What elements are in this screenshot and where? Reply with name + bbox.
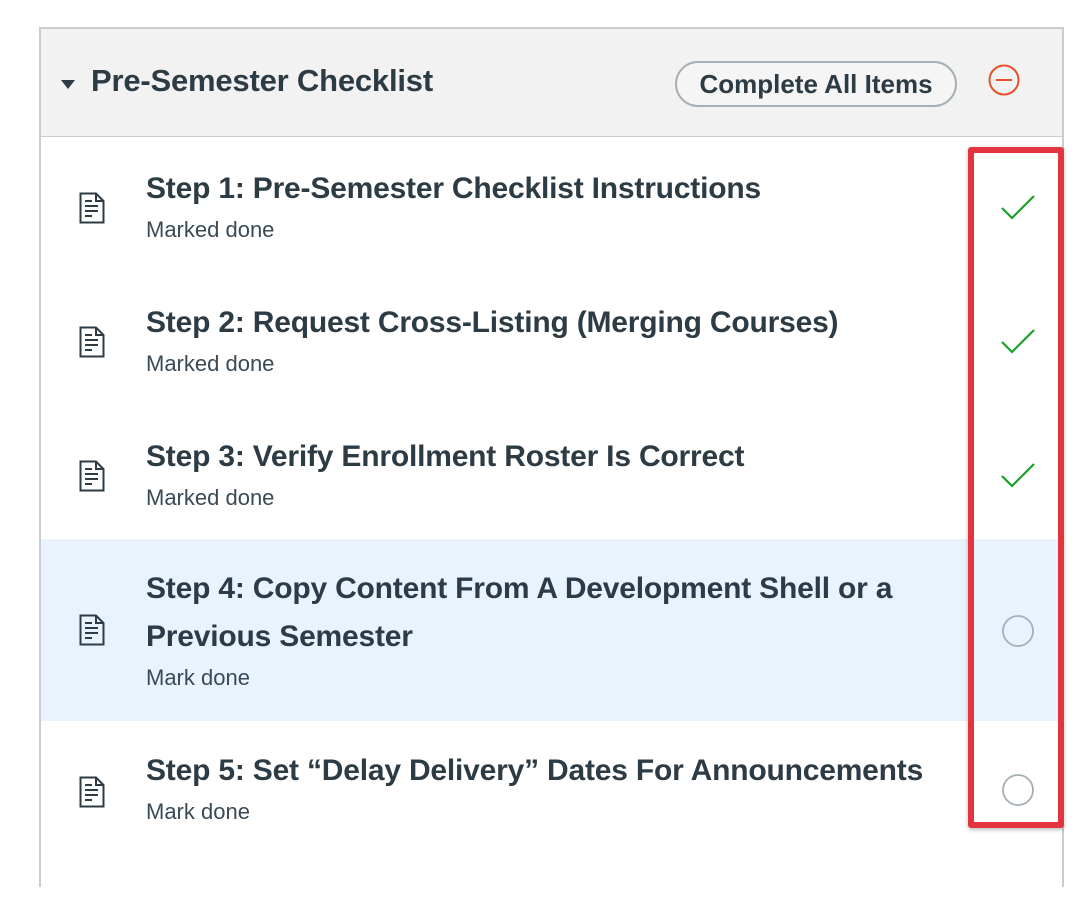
item-status: Marked done: [146, 485, 275, 510]
empty-circle-icon[interactable]: [998, 770, 1038, 810]
document-icon: [79, 326, 105, 358]
checklist-item[interactable]: Step 2: Request Cross-Listing (Merging C…: [41, 271, 1062, 407]
complete-all-items-button[interactable]: Complete All Items: [675, 61, 957, 107]
checklist-item[interactable]: Step 3: Verify Enrollment Roster Is Corr…: [41, 405, 1062, 541]
checklist-module: Pre-Semester Checklist Complete All Item…: [39, 27, 1064, 915]
empty-circle-icon[interactable]: [998, 611, 1038, 651]
item-status: Marked done: [146, 351, 275, 376]
mark-done-link[interactable]: Mark done: [146, 661, 926, 695]
document-icon: [79, 192, 105, 224]
item-title-link[interactable]: Step 3: Verify Enrollment Roster Is Corr…: [146, 433, 946, 481]
caret-down-icon[interactable]: [61, 80, 75, 89]
item-title-link[interactable]: Step 2: Request Cross-Listing (Merging C…: [146, 299, 946, 347]
module-title: Pre-Semester Checklist: [91, 63, 433, 98]
checkmark-icon[interactable]: [998, 321, 1038, 361]
checklist-item[interactable]: Step 5: Set “Delay Delivery” Dates For A…: [41, 721, 1062, 857]
item-title-link[interactable]: Step 4: Copy Content From A Development …: [146, 565, 926, 661]
module-header[interactable]: Pre-Semester Checklist Complete All Item…: [41, 29, 1062, 138]
minus-circle-icon[interactable]: [987, 63, 1021, 97]
checklist-item-partial: [41, 855, 1062, 915]
checklist-item[interactable]: Step 4: Copy Content From A Development …: [41, 539, 1062, 723]
checklist-item[interactable]: Step 1: Pre-Semester Checklist Instructi…: [41, 137, 1062, 273]
checkmark-icon[interactable]: [998, 455, 1038, 495]
item-title-link[interactable]: Step 5: Set “Delay Delivery” Dates For A…: [146, 747, 946, 795]
item-title-link[interactable]: Step 1: Pre-Semester Checklist Instructi…: [146, 165, 946, 213]
checkmark-icon[interactable]: [998, 187, 1038, 227]
mark-done-link[interactable]: Mark done: [146, 795, 946, 829]
document-icon: [79, 460, 105, 492]
document-icon: [79, 614, 105, 646]
item-status: Marked done: [146, 217, 275, 242]
document-icon: [79, 776, 105, 808]
